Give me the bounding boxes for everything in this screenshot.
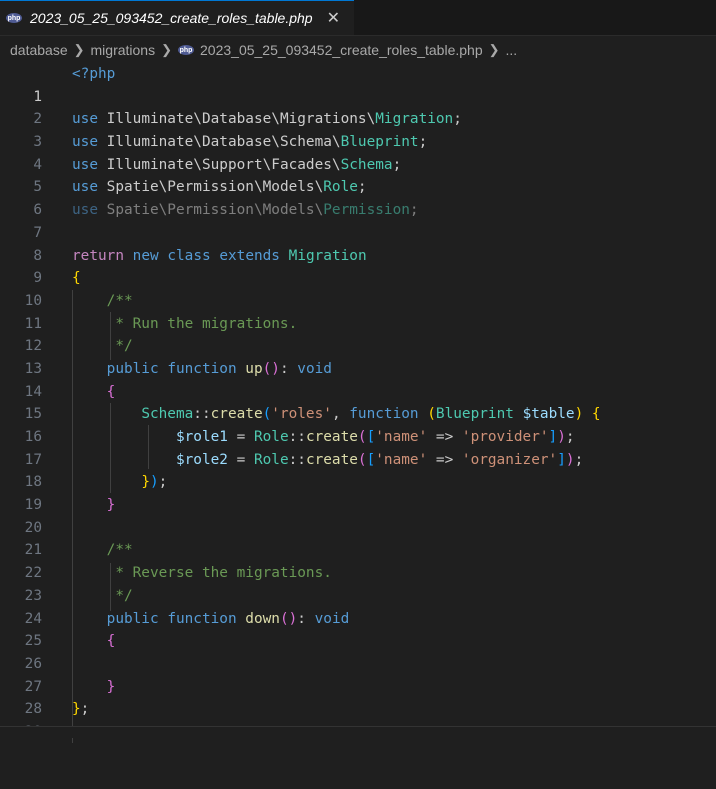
code-line-19: 19 }); xyxy=(0,471,716,513)
code-line-2: 2 xyxy=(0,86,716,127)
code-line-12: 12 * Run the migrations. xyxy=(0,313,716,355)
code-line-3: 3 use Illuminate\Database\Migrations\Mig… xyxy=(0,108,716,150)
editor-bottom-edge xyxy=(0,726,716,738)
code-line-24: 24 */ xyxy=(0,585,716,627)
code-line-28: 28 } xyxy=(0,676,716,718)
breadcrumb-item-symbols[interactable]: ... xyxy=(506,42,518,58)
breadcrumb-item-file[interactable]: 2023_05_25_093452_create_roles_table.php xyxy=(200,42,483,58)
code-line-15: 15 { xyxy=(0,381,716,423)
editor-tab[interactable]: php 2023_05_25_093452_create_roles_table… xyxy=(0,0,354,35)
code-line-13: 13 */ xyxy=(0,335,716,377)
code-line-22: 22 /** xyxy=(0,539,716,581)
close-icon[interactable]: ✕ xyxy=(327,8,340,28)
code-line-18: 18 $role2 = Role::create(['name' => 'org… xyxy=(0,449,716,491)
code-line-8: 8 xyxy=(0,222,716,264)
code-line-16: 16 Schema::create('roles', function (Blu… xyxy=(0,403,716,445)
breadcrumb: database ❯ migrations ❯ php 2023_05_25_0… xyxy=(0,36,716,64)
code-line-6: 6 use Spatie\Permission\Models\Role; xyxy=(0,176,716,218)
code-line-27: 27 xyxy=(0,653,716,695)
code-editor[interactable]: 1 <?php 2 3 use Illuminate\Database\Migr… xyxy=(0,63,716,743)
code-line-10: 10 { xyxy=(0,267,716,309)
tab-title: 2023_05_25_093452_create_roles_table.php xyxy=(30,10,313,26)
code-line-23: 23 * Reverse the migrations. xyxy=(0,562,716,604)
tab-bar: php 2023_05_25_093452_create_roles_table… xyxy=(0,0,716,36)
breadcrumb-item-migrations[interactable]: migrations xyxy=(91,42,156,58)
code-line-9: 9 return new class extends Migration xyxy=(0,245,716,287)
code-line-4: 4 use Illuminate\Database\Schema\Bluepri… xyxy=(0,131,716,173)
code-line-14: 14 public function up(): void xyxy=(0,358,716,400)
code-line-20: 20 } xyxy=(0,494,716,536)
code-line-29: 29 }; xyxy=(0,698,716,740)
code-line-21: 21 xyxy=(0,517,716,558)
code-line-1: 1 <?php xyxy=(0,63,716,105)
code-line-25: 25 public function down(): void xyxy=(0,608,716,650)
code-line-26: 26 { xyxy=(0,630,716,672)
chevron-right-icon: ❯ xyxy=(488,42,500,57)
code-line-5: 5 use Illuminate\Support\Facades\Schema; xyxy=(0,154,716,196)
code-line-11: 11 /** xyxy=(0,290,716,332)
php-file-icon: php xyxy=(6,13,22,23)
code-line-7: 7 use Spatie\Permission\Models\Permissio… xyxy=(0,199,716,241)
php-file-icon: php xyxy=(178,45,195,55)
breadcrumb-item-database[interactable]: database xyxy=(10,42,68,58)
chevron-right-icon: ❯ xyxy=(73,42,85,57)
chevron-right-icon: ❯ xyxy=(161,42,173,57)
code-line-17: 17 $role1 = Role::create(['name' => 'pro… xyxy=(0,426,716,468)
